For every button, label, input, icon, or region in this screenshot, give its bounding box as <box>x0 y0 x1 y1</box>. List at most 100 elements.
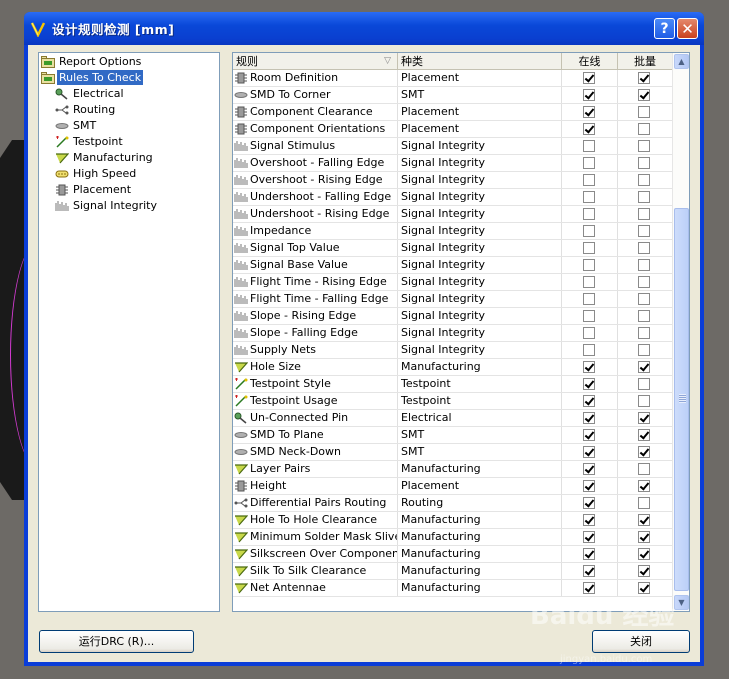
online-checkbox[interactable] <box>583 140 595 152</box>
online-checkbox[interactable] <box>583 565 595 577</box>
table-row[interactable]: Overshoot - Rising Edge Signal Integrity <box>233 172 673 189</box>
online-checkbox[interactable] <box>583 378 595 390</box>
batch-checkbox[interactable] <box>638 72 650 84</box>
online-checkbox[interactable] <box>583 463 595 475</box>
batch-checkbox[interactable] <box>638 582 650 594</box>
rule-name-cell[interactable]: Overshoot - Rising Edge <box>233 172 398 188</box>
batch-checkbox[interactable] <box>638 531 650 543</box>
batch-checkbox[interactable] <box>638 225 650 237</box>
batch-checkbox[interactable] <box>638 429 650 441</box>
rule-name-cell[interactable]: Flight Time - Rising Edge <box>233 274 398 290</box>
batch-checkbox[interactable] <box>638 497 650 509</box>
rule-name-cell[interactable]: Silkscreen Over Component Pads <box>233 546 398 562</box>
batch-checkbox[interactable] <box>638 123 650 135</box>
online-checkbox[interactable] <box>583 242 595 254</box>
rule-name-cell[interactable]: Hole Size <box>233 359 398 375</box>
rule-name-cell[interactable]: Testpoint Style <box>233 376 398 392</box>
rule-name-cell[interactable]: Differential Pairs Routing <box>233 495 398 511</box>
online-checkbox[interactable] <box>583 191 595 203</box>
sort-filter-icon[interactable]: ▽ <box>384 53 391 70</box>
table-row[interactable]: Un-Connected Pin Electrical <box>233 410 673 427</box>
batch-checkbox[interactable] <box>638 242 650 254</box>
scroll-down-button[interactable]: ▼ <box>674 595 689 610</box>
batch-checkbox[interactable] <box>638 480 650 492</box>
tree-item-high-speed[interactable]: High Speed <box>55 166 138 181</box>
table-row[interactable]: Minimum Solder Mask Sliver Manufacturing <box>233 529 673 546</box>
table-row[interactable]: Component Orientations Placement <box>233 121 673 138</box>
rule-name-cell[interactable]: Undershoot - Falling Edge <box>233 189 398 205</box>
rule-name-cell[interactable]: Impedance <box>233 223 398 239</box>
table-row[interactable]: Overshoot - Falling Edge Signal Integrity <box>233 155 673 172</box>
table-row[interactable]: Silk To Silk Clearance Manufacturing <box>233 563 673 580</box>
rule-name-cell[interactable]: Signal Stimulus <box>233 138 398 154</box>
rule-name-cell[interactable]: Overshoot - Falling Edge <box>233 155 398 171</box>
online-checkbox[interactable] <box>583 293 595 305</box>
table-row[interactable]: Signal Base Value Signal Integrity <box>233 257 673 274</box>
close-button[interactable]: 关闭 <box>592 630 690 653</box>
rule-name-cell[interactable]: SMD To Corner <box>233 87 398 103</box>
tree-item-testpoint[interactable]: Testpoint <box>55 134 125 149</box>
online-checkbox[interactable] <box>583 174 595 186</box>
table-row[interactable]: Testpoint Usage Testpoint <box>233 393 673 410</box>
batch-checkbox[interactable] <box>638 276 650 288</box>
online-checkbox[interactable] <box>583 123 595 135</box>
tree-item-smt[interactable]: SMT <box>55 118 98 133</box>
batch-checkbox[interactable] <box>638 157 650 169</box>
table-row[interactable]: Height Placement <box>233 478 673 495</box>
rule-name-cell[interactable]: Flight Time - Falling Edge <box>233 291 398 307</box>
rule-name-cell[interactable]: Signal Top Value <box>233 240 398 256</box>
table-row[interactable]: Silkscreen Over Component PadsManufactur… <box>233 546 673 563</box>
rule-name-cell[interactable]: Supply Nets <box>233 342 398 358</box>
online-checkbox[interactable] <box>583 361 595 373</box>
online-checkbox[interactable] <box>583 259 595 271</box>
table-row[interactable]: Hole To Hole Clearance Manufacturing <box>233 512 673 529</box>
batch-checkbox[interactable] <box>638 259 650 271</box>
table-row[interactable]: Testpoint Style Testpoint <box>233 376 673 393</box>
rule-name-cell[interactable]: Component Clearance <box>233 104 398 120</box>
rule-name-cell[interactable]: Net Antennae <box>233 580 398 596</box>
batch-checkbox[interactable] <box>638 89 650 101</box>
tree-item-manufacturing[interactable]: Manufacturing <box>55 150 155 165</box>
rule-name-cell[interactable]: Room Definition <box>233 70 398 86</box>
online-checkbox[interactable] <box>583 531 595 543</box>
table-row[interactable]: SMD To Plane SMT <box>233 427 673 444</box>
batch-checkbox[interactable] <box>638 106 650 118</box>
batch-checkbox[interactable] <box>638 463 650 475</box>
online-checkbox[interactable] <box>583 480 595 492</box>
online-checkbox[interactable] <box>583 157 595 169</box>
batch-checkbox[interactable] <box>638 548 650 560</box>
column-header-kind[interactable]: 种类 <box>398 53 562 70</box>
online-checkbox[interactable] <box>583 327 595 339</box>
table-row[interactable]: Flight Time - Rising Edge Signal Integrit… <box>233 274 673 291</box>
rule-name-cell[interactable]: Un-Connected Pin <box>233 410 398 426</box>
rule-name-cell[interactable]: Undershoot - Rising Edge <box>233 206 398 222</box>
online-checkbox[interactable] <box>583 276 595 288</box>
rule-name-cell[interactable]: Height <box>233 478 398 494</box>
rule-name-cell[interactable]: SMD To Plane <box>233 427 398 443</box>
scroll-thumb[interactable] <box>674 208 689 591</box>
table-row[interactable]: Differential Pairs Routing Routing <box>233 495 673 512</box>
column-header-batch[interactable]: 批量 <box>618 53 673 70</box>
online-checkbox[interactable] <box>583 72 595 84</box>
rule-name-cell[interactable]: Minimum Solder Mask Sliver <box>233 529 398 545</box>
online-checkbox[interactable] <box>583 548 595 560</box>
batch-checkbox[interactable] <box>638 174 650 186</box>
online-checkbox[interactable] <box>583 446 595 458</box>
table-row[interactable]: Hole Size Manufacturing <box>233 359 673 376</box>
table-row[interactable]: Net Antennae Manufacturing <box>233 580 673 597</box>
scroll-up-button[interactable]: ▲ <box>674 54 689 69</box>
online-checkbox[interactable] <box>583 208 595 220</box>
table-row[interactable]: Supply Nets Signal Integrity <box>233 342 673 359</box>
vertical-scrollbar[interactable]: ▲ ▼ <box>672 53 689 611</box>
help-button[interactable]: ? <box>654 18 675 39</box>
batch-checkbox[interactable] <box>638 293 650 305</box>
batch-checkbox[interactable] <box>638 344 650 356</box>
tree-item-signal-integrity[interactable]: Signal Integrity <box>55 198 159 213</box>
close-window-button[interactable]: ✕ <box>677 18 698 39</box>
rule-name-cell[interactable]: Layer Pairs <box>233 461 398 477</box>
batch-checkbox[interactable] <box>638 412 650 424</box>
batch-checkbox[interactable] <box>638 395 650 407</box>
online-checkbox[interactable] <box>583 225 595 237</box>
table-row[interactable]: Impedance Signal Integrity <box>233 223 673 240</box>
online-checkbox[interactable] <box>583 106 595 118</box>
